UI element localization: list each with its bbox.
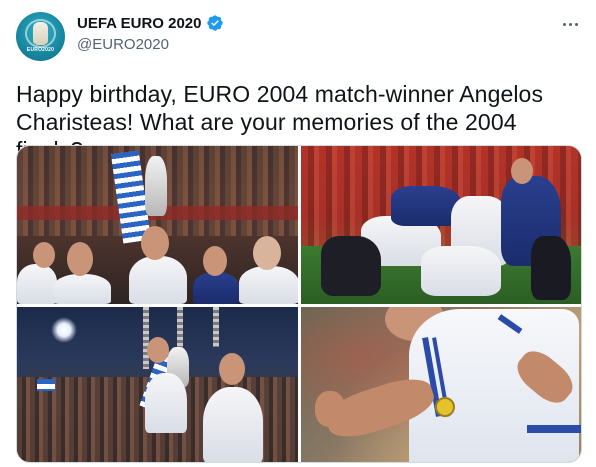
verified-badge-icon — [206, 15, 223, 31]
player-figure — [421, 246, 501, 296]
more-dot-icon — [568, 22, 572, 26]
player-figure — [239, 266, 298, 304]
more-dot-icon — [574, 22, 578, 26]
player-figure — [145, 373, 187, 433]
light-tower — [143, 307, 149, 369]
tweet-card[interactable]: EURO2020 UEFA EURO 2020 @EURO2020 Happy … — [0, 0, 596, 467]
handle[interactable]: @EURO2020 — [77, 36, 169, 53]
more-options-button[interactable] — [556, 14, 584, 34]
player-head — [67, 242, 93, 276]
trophy-icon — [33, 22, 48, 45]
player-head — [33, 242, 55, 268]
photo-charisteas-celebrating[interactable] — [301, 307, 581, 462]
trophy-image — [145, 156, 167, 216]
player-head — [253, 236, 281, 270]
display-name[interactable]: UEFA EURO 2020 — [77, 15, 202, 32]
media-grid — [16, 145, 582, 463]
floodlight — [51, 317, 77, 343]
player-figure — [129, 256, 187, 304]
player-figure — [531, 236, 571, 300]
more-dot-icon — [562, 22, 566, 26]
player-figure — [193, 272, 239, 304]
player-head — [141, 226, 169, 260]
avatar-logo-text: EURO2020 — [26, 47, 55, 53]
jersey-stripe — [527, 425, 581, 433]
player-figure — [321, 236, 381, 296]
player-figure — [203, 387, 263, 462]
greek-flag — [37, 379, 55, 391]
player-head — [203, 246, 227, 276]
player-head — [219, 353, 245, 385]
player-figure — [53, 274, 111, 304]
photo-stadium-crowd-trophy[interactable] — [17, 307, 298, 462]
player-head — [147, 337, 169, 363]
photo-trophy-celebration[interactable] — [17, 146, 298, 304]
player-figure — [17, 264, 57, 304]
player-head — [511, 158, 533, 184]
player-fist — [315, 391, 345, 427]
euro-2004-badge-icon — [435, 397, 455, 417]
photo-pitch-pile-up[interactable] — [301, 146, 581, 304]
name-row: UEFA EURO 2020 — [77, 14, 224, 32]
light-tower — [213, 307, 219, 347]
avatar[interactable]: EURO2020 — [16, 12, 65, 61]
